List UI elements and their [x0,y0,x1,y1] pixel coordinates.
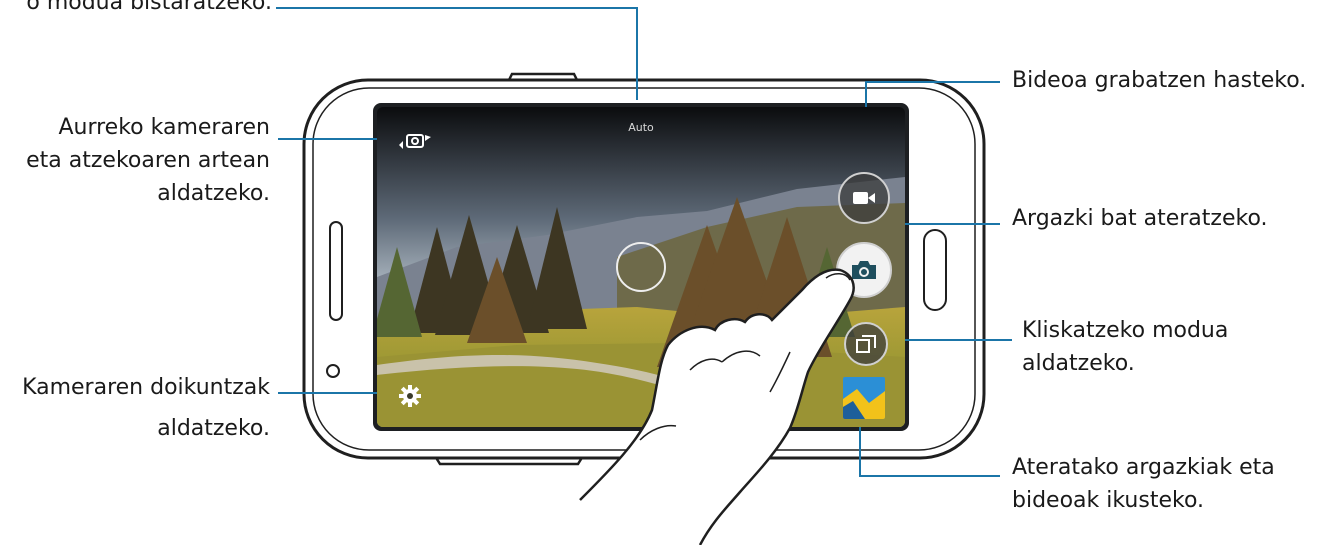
phone-home-key [923,229,947,311]
camera-mode-label: Auto [628,121,654,134]
gear-icon [399,385,421,407]
settings-button[interactable] [396,382,424,410]
shooting-mode-button[interactable] [844,322,888,366]
switch-camera-icon [399,134,431,149]
camera-icon [852,261,876,279]
gallery-thumbnail[interactable] [843,377,885,419]
phone-front-camera [326,364,340,378]
gallery-thumbnail-icon [843,377,885,419]
video-camera-icon [853,192,875,204]
viewfinder-scene: Auto [377,107,905,427]
camera-viewfinder[interactable]: Auto [377,107,905,427]
record-video-button[interactable] [838,172,890,224]
phone-side-key [329,221,343,321]
switch-camera-button[interactable] [393,126,437,156]
shutter-button[interactable] [836,242,892,298]
shooting-mode-icon [856,335,876,353]
